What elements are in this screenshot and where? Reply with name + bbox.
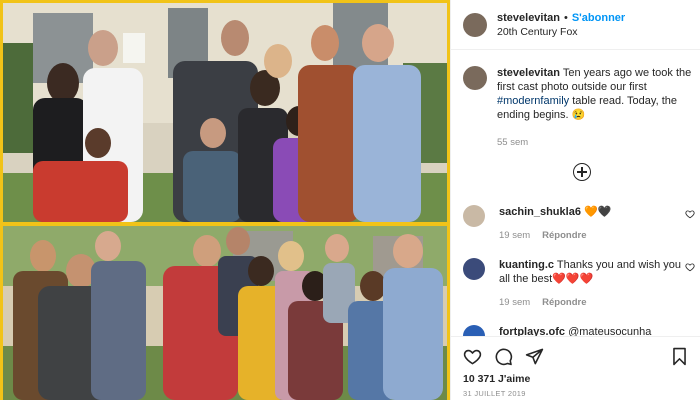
comment-username[interactable]: sachin_shukla6 xyxy=(499,206,581,218)
reply-button[interactable]: Répondre xyxy=(542,297,586,308)
avatar[interactable] xyxy=(463,205,485,227)
caption-timestamp: 55 sem xyxy=(497,137,529,148)
reply-button[interactable]: Répondre xyxy=(542,230,586,241)
send-icon[interactable] xyxy=(525,347,544,366)
post-caption: stevelevitan Ten years ago we took the f… xyxy=(463,66,695,150)
comment-icon[interactable] xyxy=(494,347,513,366)
location-link[interactable]: 20th Century Fox xyxy=(497,25,625,39)
caption-username[interactable]: stevelevitan xyxy=(497,67,560,79)
comment-username[interactable]: kuanting.c xyxy=(499,259,554,271)
hashtag-link[interactable]: #modernfamily xyxy=(497,95,569,107)
post-photo[interactable] xyxy=(0,0,450,400)
post-date: 31 JUILLET 2019 xyxy=(463,389,526,398)
likes-count[interactable]: 10 371 J'aime xyxy=(463,373,689,385)
comment-time: 19 sem xyxy=(499,297,531,308)
cast-photo-2009 xyxy=(3,3,447,222)
avatar[interactable] xyxy=(463,66,487,90)
avatar[interactable] xyxy=(463,258,485,280)
plus-circle-icon[interactable] xyxy=(573,163,591,181)
heart-icon[interactable] xyxy=(463,347,482,366)
username-link[interactable]: stevelevitan xyxy=(497,12,560,24)
comment-text: 🧡🖤 xyxy=(584,206,612,218)
heart-icon[interactable] xyxy=(685,262,695,272)
follow-button[interactable]: S'abonner xyxy=(572,12,625,24)
comment-time: 19 sem xyxy=(499,230,531,241)
separator-dot: • xyxy=(563,11,568,24)
bookmark-icon[interactable] xyxy=(670,347,689,366)
cast-photo-2019 xyxy=(3,226,447,400)
post-actions: 10 371 J'aime 31 JUILLET 2019 xyxy=(451,336,700,400)
heart-icon[interactable] xyxy=(685,209,695,219)
avatar[interactable] xyxy=(463,12,487,37)
post-header: stevelevitan • S'abonner 20th Century Fox xyxy=(451,0,700,50)
comment-item: kuanting.c Thanks you and wish you all t… xyxy=(463,258,695,310)
post-sidebar: stevelevitan • S'abonner 20th Century Fox … xyxy=(450,0,700,400)
comment-item: sachin_shukla6 🧡🖤 19 sem Répondre xyxy=(463,205,695,243)
